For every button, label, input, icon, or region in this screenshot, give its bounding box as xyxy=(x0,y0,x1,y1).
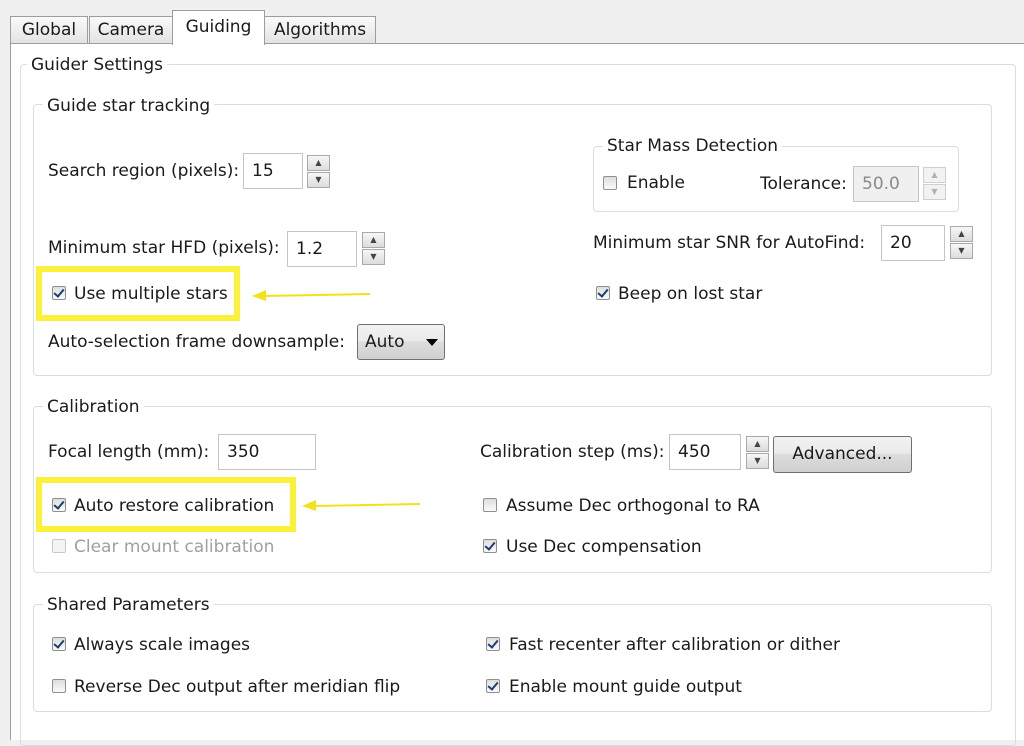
reverse-dec-output-label[interactable]: Reverse Dec output after meridian flip xyxy=(74,677,400,697)
spin-down-icon[interactable]: ▼ xyxy=(362,249,385,265)
spin-up-icon[interactable]: ▲ xyxy=(307,155,330,171)
chevron-down-icon xyxy=(426,339,438,346)
min-hfd-input[interactable]: 1.2 xyxy=(287,231,357,267)
reverse-dec-output-checkbox[interactable] xyxy=(52,679,66,693)
min-snr-label: Minimum star SNR for AutoFind: xyxy=(593,233,866,253)
clear-mount-calibration-label[interactable]: Clear mount calibration xyxy=(74,537,274,557)
highlight-box-auto-restore xyxy=(36,477,296,532)
enable-mount-guide-output-checkbox[interactable] xyxy=(486,679,500,693)
min-hfd-spinner[interactable]: ▲ ▼ xyxy=(362,232,385,266)
guider-settings-title: Guider Settings xyxy=(27,55,168,75)
downsample-value: Auto xyxy=(365,332,405,352)
shared-parameters-title: Shared Parameters xyxy=(43,595,214,615)
calibration-step-input[interactable]: 450 xyxy=(669,434,741,470)
mass-detection-enable-checkbox[interactable] xyxy=(603,176,617,190)
fast-recenter-checkbox[interactable] xyxy=(486,637,500,651)
search-region-spinner[interactable]: ▲ ▼ xyxy=(307,155,330,189)
tolerance-input[interactable]: 50.0 xyxy=(853,166,919,202)
arrow-icon xyxy=(252,290,371,301)
spin-up-icon[interactable]: ▲ xyxy=(362,232,385,248)
assume-dec-orthogonal-checkbox[interactable] xyxy=(483,498,497,512)
always-scale-images-label[interactable]: Always scale images xyxy=(74,635,250,655)
search-region-input[interactable]: 15 xyxy=(243,153,303,189)
enable-mount-guide-output-label[interactable]: Enable mount guide output xyxy=(509,677,742,697)
advanced-button[interactable]: Advanced... xyxy=(773,436,912,473)
calibration-title: Calibration xyxy=(43,397,144,417)
downsample-dropdown[interactable]: Auto xyxy=(357,324,445,360)
downsample-label: Auto-selection frame downsample: xyxy=(48,332,345,352)
assume-dec-orthogonal-label[interactable]: Assume Dec orthogonal to RA xyxy=(506,496,760,516)
focal-length-input[interactable]: 350 xyxy=(218,434,316,470)
spin-down-icon[interactable]: ▼ xyxy=(950,243,973,259)
always-scale-images-checkbox[interactable] xyxy=(52,637,66,651)
spin-down-icon[interactable]: ▼ xyxy=(746,453,769,469)
focal-length-label: Focal length (mm): xyxy=(48,442,210,462)
tolerance-spinner[interactable]: ▲ ▼ xyxy=(923,167,946,201)
tab-global[interactable]: Global xyxy=(10,16,88,43)
fast-recenter-label[interactable]: Fast recenter after calibration or dithe… xyxy=(509,635,840,655)
spin-up-icon[interactable]: ▲ xyxy=(950,226,973,242)
min-hfd-label: Minimum star HFD (pixels): xyxy=(48,238,280,258)
spin-up-icon[interactable]: ▲ xyxy=(923,167,946,183)
star-mass-detection-title: Star Mass Detection xyxy=(603,136,783,156)
clear-mount-calibration-checkbox[interactable] xyxy=(52,539,66,553)
tab-algorithms[interactable]: Algorithms xyxy=(264,16,376,43)
calibration-step-spinner[interactable]: ▲ ▼ xyxy=(746,436,769,470)
calibration-step-label: Calibration step (ms): xyxy=(480,442,665,462)
use-dec-compensation-checkbox[interactable] xyxy=(483,539,497,553)
guide-star-tracking-title: Guide star tracking xyxy=(43,96,215,116)
spin-down-icon[interactable]: ▼ xyxy=(923,184,946,200)
tab-camera[interactable]: Camera xyxy=(89,16,173,43)
tab-guiding[interactable]: Guiding xyxy=(172,10,265,45)
min-snr-input[interactable]: 20 xyxy=(881,225,945,261)
tolerance-label: Tolerance: xyxy=(760,174,847,194)
highlight-box-multiple-stars xyxy=(36,266,240,321)
spin-up-icon[interactable]: ▲ xyxy=(746,436,769,452)
search-region-label: Search region (pixels): xyxy=(48,161,240,181)
use-dec-compensation-label[interactable]: Use Dec compensation xyxy=(506,537,702,557)
arrow-icon xyxy=(302,500,421,511)
beep-lost-star-label[interactable]: Beep on lost star xyxy=(618,284,762,304)
spin-down-icon[interactable]: ▼ xyxy=(307,172,330,188)
beep-lost-star-checkbox[interactable] xyxy=(596,286,610,300)
mass-detection-enable-label[interactable]: Enable xyxy=(627,173,685,193)
min-snr-spinner[interactable]: ▲ ▼ xyxy=(950,226,973,260)
